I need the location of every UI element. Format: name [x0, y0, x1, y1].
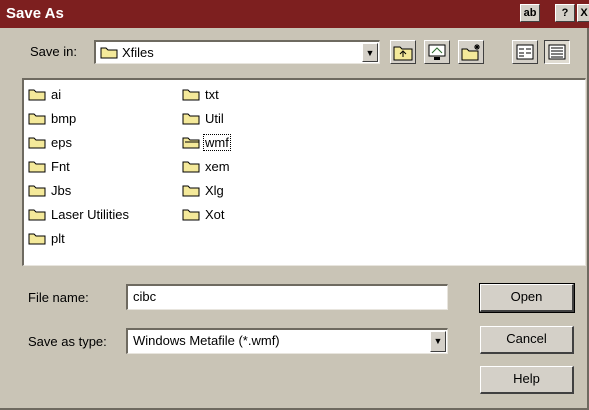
- folder-item-laser-utilities[interactable]: Laser Utilities: [28, 202, 131, 226]
- folder-item-util[interactable]: Util: [182, 106, 232, 130]
- folder-icon: [28, 185, 46, 197]
- folder-label: wmf: [203, 133, 231, 151]
- file-name-field[interactable]: cibc: [126, 284, 448, 310]
- folder-icon: [182, 209, 200, 221]
- dialog-title: Save As: [6, 5, 64, 22]
- desktop-icon: [428, 44, 446, 60]
- folder-item-fnt[interactable]: Fnt: [28, 154, 131, 178]
- ime-toggle-button[interactable]: ab: [520, 4, 540, 22]
- folder-item-ai[interactable]: ai: [28, 82, 131, 106]
- create-new-folder-button[interactable]: [458, 40, 484, 64]
- open-folder-icon: [182, 137, 200, 149]
- folder-item-xlg[interactable]: Xlg: [182, 178, 232, 202]
- save-as-type-value: Windows Metafile (*.wmf): [133, 333, 280, 348]
- folder-label: Xot: [205, 206, 225, 222]
- folder-label: Fnt: [51, 158, 70, 174]
- save-as-type-dropdown[interactable]: Windows Metafile (*.wmf) ▼: [126, 328, 448, 354]
- folder-icon: [28, 161, 46, 173]
- folder-item-eps[interactable]: eps: [28, 130, 131, 154]
- folder-label: Util: [205, 110, 224, 126]
- help-context-button[interactable]: ?: [555, 4, 575, 22]
- folder-label: ai: [51, 86, 62, 102]
- up-one-level-button[interactable]: [390, 40, 416, 64]
- cancel-button[interactable]: Cancel: [480, 326, 574, 354]
- folder-icon: [28, 89, 46, 101]
- folder-label: Xlg: [205, 182, 224, 198]
- folder-item-plt[interactable]: plt: [28, 226, 131, 250]
- save-in-label: Save in:: [30, 44, 77, 59]
- file-list-column-1: ai bmp eps Fnt Jbs Laser Utilities plt: [28, 82, 131, 250]
- file-name-label: File name:: [28, 290, 89, 305]
- folder-icon: [28, 233, 46, 245]
- folder-label: Jbs: [51, 182, 72, 198]
- folder-item-txt[interactable]: txt: [182, 82, 232, 106]
- chevron-down-icon[interactable]: ▼: [362, 43, 378, 62]
- folder-icon: [28, 137, 46, 149]
- save-in-value: Xfiles: [122, 45, 154, 60]
- up-one-level-icon: [393, 46, 413, 61]
- folder-label: xem: [205, 158, 230, 174]
- save-as-dialog: Save As ab ? X Save in: Xfiles ▼ ai bmp …: [0, 0, 589, 410]
- folder-icon: [100, 47, 118, 59]
- folder-icon: [28, 113, 46, 125]
- folder-item-bmp[interactable]: bmp: [28, 106, 131, 130]
- file-name-value: cibc: [133, 289, 157, 304]
- folder-item-xot[interactable]: Xot: [182, 202, 232, 226]
- save-in-dropdown[interactable]: Xfiles ▼: [94, 40, 380, 64]
- open-button[interactable]: Open: [479, 283, 575, 313]
- folder-item-xem[interactable]: xem: [182, 154, 232, 178]
- folder-label: Laser Utilities: [51, 206, 130, 222]
- save-as-type-label: Save as type:: [28, 334, 107, 349]
- chevron-down-icon[interactable]: ▼: [430, 331, 446, 352]
- create-new-folder-icon: [461, 44, 480, 61]
- close-button[interactable]: X: [577, 4, 589, 22]
- folder-icon: [28, 209, 46, 221]
- folder-label: bmp: [51, 110, 77, 126]
- folder-item-jbs[interactable]: Jbs: [28, 178, 131, 202]
- details-view-icon: [548, 44, 566, 60]
- folder-label: txt: [205, 86, 219, 102]
- file-list-column-2: txt Util wmf xem Xlg Xot: [182, 82, 232, 226]
- folder-icon: [182, 161, 200, 173]
- file-list[interactable]: ai bmp eps Fnt Jbs Laser Utilities plt t…: [22, 78, 586, 266]
- folder-item-wmf[interactable]: wmf: [182, 130, 232, 154]
- folder-icon: [182, 185, 200, 197]
- folder-label: eps: [51, 134, 72, 150]
- list-view-button[interactable]: [512, 40, 538, 64]
- folder-label: plt: [51, 230, 65, 246]
- desktop-button[interactable]: [424, 40, 450, 64]
- folder-icon: [182, 113, 200, 125]
- details-view-button[interactable]: [544, 40, 570, 64]
- help-button[interactable]: Help: [480, 366, 574, 394]
- title-bar[interactable]: Save As ab ? X: [0, 0, 589, 28]
- folder-icon: [182, 89, 200, 101]
- list-view-icon: [516, 44, 534, 60]
